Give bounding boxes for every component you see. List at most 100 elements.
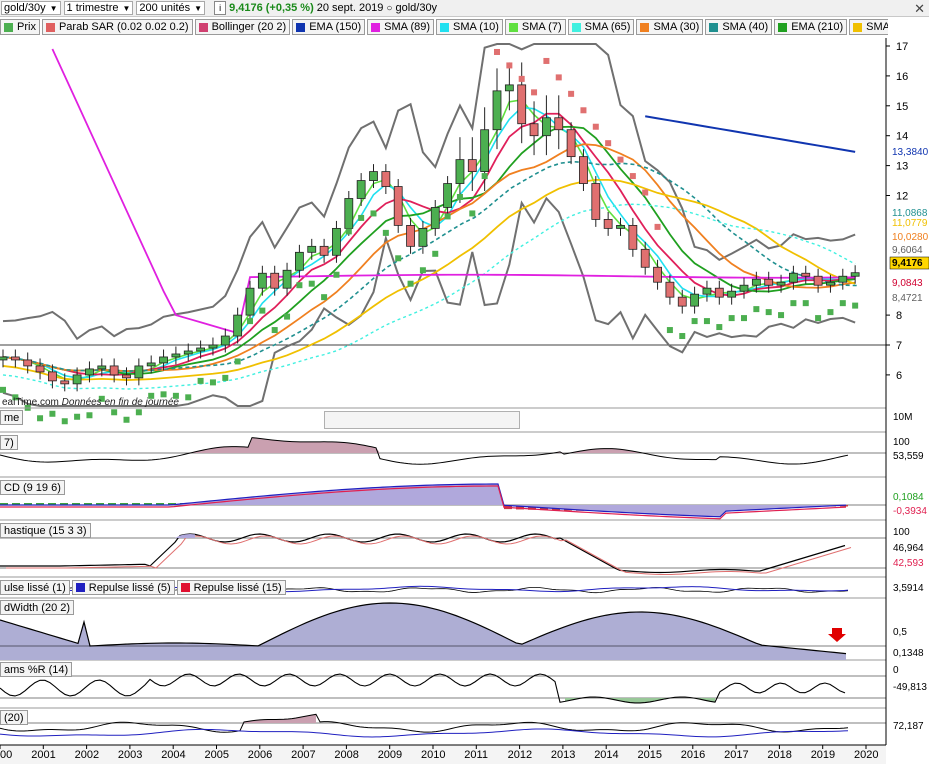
last-indicator-label[interactable]: (20) — [0, 710, 28, 725]
sar-dot — [617, 156, 624, 163]
sar-dot — [247, 318, 253, 325]
panel-value: 3,5914 — [893, 583, 924, 594]
rsi-label-box: 7) — [0, 435, 18, 450]
candle-bear — [764, 278, 774, 286]
candle-bull — [430, 207, 440, 229]
sar-dot — [592, 123, 599, 130]
candle-bull — [727, 290, 737, 298]
legend-label: Repulse lissé (15) — [193, 581, 282, 594]
scroll-handle[interactable] — [324, 411, 520, 429]
sar-dot — [333, 271, 340, 278]
sar-dot — [271, 327, 278, 334]
sar-dot — [0, 386, 6, 393]
sar-dot — [382, 229, 389, 236]
year-label: 2017 — [724, 749, 748, 761]
volume-label[interactable]: me — [0, 410, 24, 425]
candle-bear — [665, 281, 675, 298]
candle-bull — [418, 227, 428, 247]
macd-label[interactable]: CD (9 19 6) — [0, 480, 65, 495]
year-label: 2016 — [681, 749, 705, 761]
price-tick-label: 13 — [896, 161, 908, 173]
year-label: 2002 — [75, 749, 99, 761]
year-label: 2014 — [594, 749, 618, 761]
sar-dot — [765, 309, 772, 316]
year-label: 2003 — [118, 749, 142, 761]
sar-dot — [444, 213, 451, 220]
stoch-label-box: hastique (15 3 3) — [0, 523, 91, 538]
panel-value: 0 — [893, 665, 899, 676]
bandwidth-label[interactable]: dWidth (20 2) — [0, 600, 75, 615]
candle-bull — [85, 368, 94, 376]
sar-dot — [209, 379, 216, 386]
legend-swatch — [75, 583, 85, 592]
sar-dot — [234, 358, 241, 365]
panel-value: 0,1348 — [893, 648, 924, 659]
year-label: 2013 — [551, 749, 575, 761]
candle-bear — [10, 356, 20, 361]
candle-bull — [97, 365, 107, 370]
price-tick-label: 6 — [896, 370, 902, 382]
year-label: 2008 — [334, 749, 358, 761]
candle-bull — [504, 84, 514, 92]
candle-bull — [826, 281, 835, 286]
candle-bull — [220, 335, 230, 346]
candle-bear — [554, 117, 564, 131]
sar-dot — [802, 300, 809, 307]
bandwidth-label-box: dWidth (20 2) — [0, 600, 75, 615]
rsi-label[interactable]: 7) — [0, 435, 18, 450]
sar-dot — [432, 250, 439, 257]
candle-bull — [739, 284, 749, 292]
sar-dot — [481, 173, 488, 180]
candle-bear — [319, 245, 329, 256]
price-tick-label: 8 — [896, 310, 902, 322]
sar-dot — [691, 318, 698, 325]
price-tick-label: 16 — [896, 71, 908, 83]
candle-bear — [393, 186, 403, 226]
sar-dot — [605, 140, 612, 147]
price-tick-label: 12 — [896, 191, 908, 203]
sar-dot — [555, 74, 562, 81]
sar-dot — [494, 48, 500, 55]
legend-swatch — [180, 583, 190, 592]
sma89-line — [51, 48, 856, 335]
sar-dot — [543, 57, 550, 64]
last-label-box: (20) — [0, 710, 28, 725]
candle-bull — [369, 171, 378, 181]
sar-dot — [839, 300, 846, 307]
sar-dot — [61, 418, 68, 425]
year-label: 2007 — [291, 749, 315, 761]
sar-dot — [666, 327, 673, 334]
year-label: 2005 — [205, 749, 229, 761]
candle-bull — [850, 272, 860, 277]
price-badge-label: 9,0843 — [892, 278, 923, 289]
sma10-line — [2, 106, 856, 379]
panel-value: -49,813 — [893, 682, 927, 693]
candle-bull — [307, 245, 317, 253]
repulse-legend-item[interactable]: ulse lissé (1) — [0, 580, 70, 595]
candle-bull — [838, 275, 848, 283]
candle-bear — [801, 272, 811, 277]
candle-bear — [677, 296, 687, 307]
candle-bull — [356, 180, 366, 199]
sar-dot — [654, 223, 661, 230]
stochastic-label[interactable]: hastique (15 3 3) — [0, 523, 91, 538]
repulse-label-box: ulse lissé (1) Repulse lissé (5) Repulse l… — [0, 580, 286, 595]
candle-bear — [714, 287, 724, 298]
price-tick-label: 14 — [896, 131, 908, 143]
candle-bear — [35, 365, 45, 373]
williams-label[interactable]: ams %R (14) — [0, 662, 73, 677]
down-arrow-icon — [828, 628, 846, 642]
williams-fill — [565, 698, 715, 703]
candle-bull — [208, 344, 218, 349]
chart-area[interactable]: 17161514131287613,384011,086811,077910,0… — [0, 0, 929, 764]
repulse-legend-item[interactable]: Repulse lissé (5) — [71, 580, 175, 595]
panel-value: 0,5 — [893, 627, 907, 638]
ema150-line — [645, 115, 856, 153]
repulse-legend-item[interactable]: Repulse lissé (15) — [176, 580, 286, 595]
candle-bull — [233, 314, 243, 337]
price-tick-label: 15 — [896, 101, 908, 113]
year-label: 2019 — [811, 749, 835, 761]
stoch-fill — [155, 534, 195, 538]
candle-bull — [616, 224, 625, 229]
volume-label-box: me — [0, 410, 24, 425]
